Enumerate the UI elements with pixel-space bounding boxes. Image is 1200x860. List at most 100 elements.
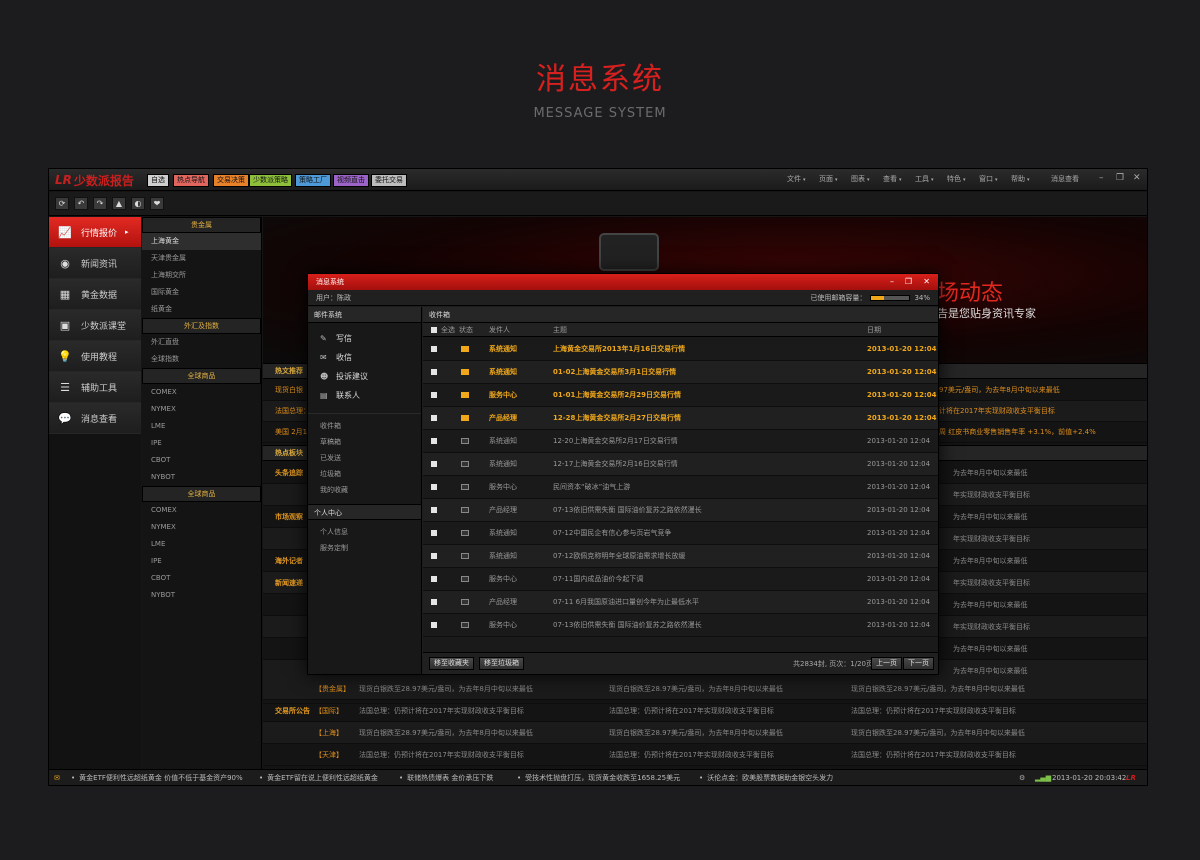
sidebar-item[interactable]: ▦ 黄金数据: [49, 279, 141, 310]
subpanel-item[interactable]: 上海黄金: [142, 233, 261, 250]
row-checkbox[interactable]: [431, 507, 437, 513]
contrast-icon[interactable]: ◐: [131, 197, 145, 210]
row-checkbox[interactable]: [431, 484, 437, 490]
quick-tab[interactable]: 交易决策: [213, 174, 249, 187]
quick-tab[interactable]: 少数派策略: [249, 174, 292, 187]
news-row[interactable]: 交易所公告 【国际】 法国总理：仍预计将在2017年实现财政收支平衡目标 法国总理：仍…: [263, 700, 1147, 722]
message-subject[interactable]: 07-12中国民企有信心参与页岩气竞争: [553, 522, 671, 545]
personal-item[interactable]: 服务定制: [308, 540, 421, 556]
mail-action[interactable]: ▤ 联系人: [308, 386, 421, 405]
message-row[interactable]: 服务中心 民间资本“破冰”油气上游 2013-01-20 12:04: [423, 476, 938, 499]
message-row[interactable]: 系统通知 07-12中国民企有信心参与页岩气竞争 2013-01-20 12:04: [423, 522, 938, 545]
row-checkbox[interactable]: [431, 622, 437, 628]
message-subject[interactable]: 07-11 6月我国原油进口量创今年为止最低水平: [553, 591, 699, 614]
subpanel-item[interactable]: 天津贵金属: [142, 250, 261, 267]
mail-action[interactable]: ☻ 投诉建议: [308, 367, 421, 386]
select-all-checkbox[interactable]: [431, 327, 437, 333]
bell-icon[interactable]: ▲: [112, 197, 126, 210]
subpanel-item[interactable]: 国际黄金: [142, 284, 261, 301]
message-row[interactable]: 系统通知 12-17上海黄金交易所2月16日交易行情 2013-01-20 12:0…: [423, 453, 938, 476]
message-subject[interactable]: 07-13依旧供需失衡 国际油价复苏之路依然漫长: [553, 499, 702, 522]
folder-item[interactable]: 草稿箱: [308, 434, 421, 450]
subpanel-item[interactable]: IPE: [142, 435, 261, 452]
subpanel-item[interactable]: 全球指数: [142, 351, 261, 368]
message-subject[interactable]: 07-12欧佩克称明年全球原油需求增长放缓: [553, 545, 685, 568]
subpanel-item[interactable]: NYBOT: [142, 469, 261, 486]
sidebar-item[interactable]: ◉ 新闻资讯: [49, 248, 141, 279]
row-checkbox[interactable]: [431, 576, 437, 582]
redo-icon[interactable]: ↷: [93, 197, 107, 210]
message-subject[interactable]: 民间资本“破冰”油气上游: [553, 476, 630, 499]
sidebar-item[interactable]: 💬 消息查看: [49, 403, 141, 434]
message-row[interactable]: 系统通知 07-12欧佩克称明年全球原油需求增长放缓 2013-01-20 12:0…: [423, 545, 938, 568]
folder-item[interactable]: 我的收藏: [308, 482, 421, 498]
subpanel-item[interactable]: CBOT: [142, 570, 261, 587]
message-subject[interactable]: 12-20上海黄金交易所2月17日交易行情: [553, 430, 678, 453]
message-subject[interactable]: 01-01上海黄金交易所2月29日交易行情: [553, 384, 681, 407]
ticker-item[interactable]: • 黄金ETF便利性远超纸黄金 价值不低于基金资产90%: [71, 770, 243, 785]
menu-item[interactable]: 帮助 ▾: [1011, 174, 1030, 184]
menu-item[interactable]: 查看 ▾: [883, 174, 902, 184]
ticker-item[interactable]: • 联储热债爆表 金价承压下跌: [399, 770, 493, 785]
menu-item[interactable]: 图表 ▾: [851, 174, 870, 184]
folder-item[interactable]: 垃圾箱: [308, 466, 421, 482]
subpanel-item[interactable]: COMEX: [142, 502, 261, 519]
subpanel-item[interactable]: CBOT: [142, 452, 261, 469]
refresh-icon[interactable]: ⟳: [55, 197, 69, 210]
row-checkbox[interactable]: [431, 553, 437, 559]
mail-icon[interactable]: ✉: [54, 770, 60, 785]
subpanel-item[interactable]: COMEX: [142, 384, 261, 401]
subpanel-item[interactable]: NYMEX: [142, 519, 261, 536]
row-checkbox[interactable]: [431, 599, 437, 605]
row-checkbox[interactable]: [431, 438, 437, 444]
row-checkbox[interactable]: [431, 369, 437, 375]
quick-tab[interactable]: 委托交易: [371, 174, 407, 187]
menu-item[interactable]: 窗口 ▾: [979, 174, 998, 184]
message-row[interactable]: 服务中心 01-01上海黄金交易所2月29日交易行情 2013-01-20 12:0…: [423, 384, 938, 407]
subpanel-item[interactable]: 纸黄金: [142, 301, 261, 318]
menu-item[interactable]: 页面 ▾: [819, 174, 838, 184]
folder-item[interactable]: 已发送: [308, 450, 421, 466]
quick-tab[interactable]: 自选: [147, 174, 169, 187]
message-subject[interactable]: 上海黄金交易所2013年1月16日交易行情: [553, 338, 685, 361]
news-row[interactable]: 【贵金属】 现货白银跌至28.97美元/盎司，为去年8月中旬以来最低 现货白银跌至2…: [263, 678, 1147, 700]
menu-item[interactable]: 文件 ▾: [787, 174, 806, 184]
next-page-button[interactable]: 下一页: [903, 657, 934, 670]
subpanel-item[interactable]: 上海期交所: [142, 267, 261, 284]
quick-tab[interactable]: 热点导航: [173, 174, 209, 187]
ticker-item[interactable]: • 沃伦点金：欧美股票数据助金银空头发力: [699, 770, 833, 785]
maximize-icon[interactable]: ❐: [905, 274, 912, 290]
message-subject[interactable]: 12-17上海黄金交易所2月16日交易行情: [553, 453, 678, 476]
close-icon[interactable]: ✕: [1133, 173, 1141, 183]
personal-item[interactable]: 个人信息: [308, 524, 421, 540]
quick-tab[interactable]: 视频直击: [333, 174, 369, 187]
folder-item[interactable]: 收件箱: [308, 418, 421, 434]
subpanel-item[interactable]: LME: [142, 418, 261, 435]
subpanel-item[interactable]: LME: [142, 536, 261, 553]
prev-page-button[interactable]: 上一页: [871, 657, 902, 670]
message-subject[interactable]: 01-02上海黄金交易所3月1日交易行情: [553, 361, 676, 384]
quick-tab[interactable]: 策略工厂: [295, 174, 331, 187]
news-row[interactable]: 【天津】 法国总理：仍预计将在2017年实现财政收支平衡目标 法国总理：仍预计将在2…: [263, 744, 1147, 766]
menu-item-message-view[interactable]: 消息查看: [1051, 174, 1079, 184]
move-to-favorites-button[interactable]: 移至收藏夹: [429, 657, 474, 670]
sidebar-item[interactable]: ▣ 少数派课堂: [49, 310, 141, 341]
ticker-item[interactable]: • 受技术性抛盘打压，现货黄金收跌至1658.25美元: [517, 770, 680, 785]
message-row[interactable]: 产品经理 07-13依旧供需失衡 国际油价复苏之路依然漫长 2013-01-20 1…: [423, 499, 938, 522]
minimize-icon[interactable]: –: [890, 274, 894, 290]
menu-item[interactable]: 工具 ▾: [915, 174, 934, 184]
ticker-item[interactable]: • 黄金ETF留在说上便利性远超纸黄金: [259, 770, 378, 785]
subpanel-item[interactable]: 外汇直盘: [142, 334, 261, 351]
row-checkbox[interactable]: [431, 530, 437, 536]
message-row[interactable]: 系统通知 12-20上海黄金交易所2月17日交易行情 2013-01-20 12:0…: [423, 430, 938, 453]
message-row[interactable]: 服务中心 07-11国内成品油价今起下调 2013-01-20 12:04: [423, 568, 938, 591]
move-to-trash-button[interactable]: 移至垃圾箱: [479, 657, 524, 670]
undo-icon[interactable]: ↶: [74, 197, 88, 210]
mail-action[interactable]: ✉ 收信: [308, 348, 421, 367]
sidebar-item[interactable]: ☰ 辅助工具: [49, 372, 141, 403]
row-checkbox[interactable]: [431, 461, 437, 467]
message-row[interactable]: 系统通知 上海黄金交易所2013年1月16日交易行情 2013-01-20 12:0…: [423, 338, 938, 361]
subpanel-item[interactable]: NYBOT: [142, 587, 261, 604]
row-checkbox[interactable]: [431, 346, 437, 352]
menu-item[interactable]: 特色 ▾: [947, 174, 966, 184]
